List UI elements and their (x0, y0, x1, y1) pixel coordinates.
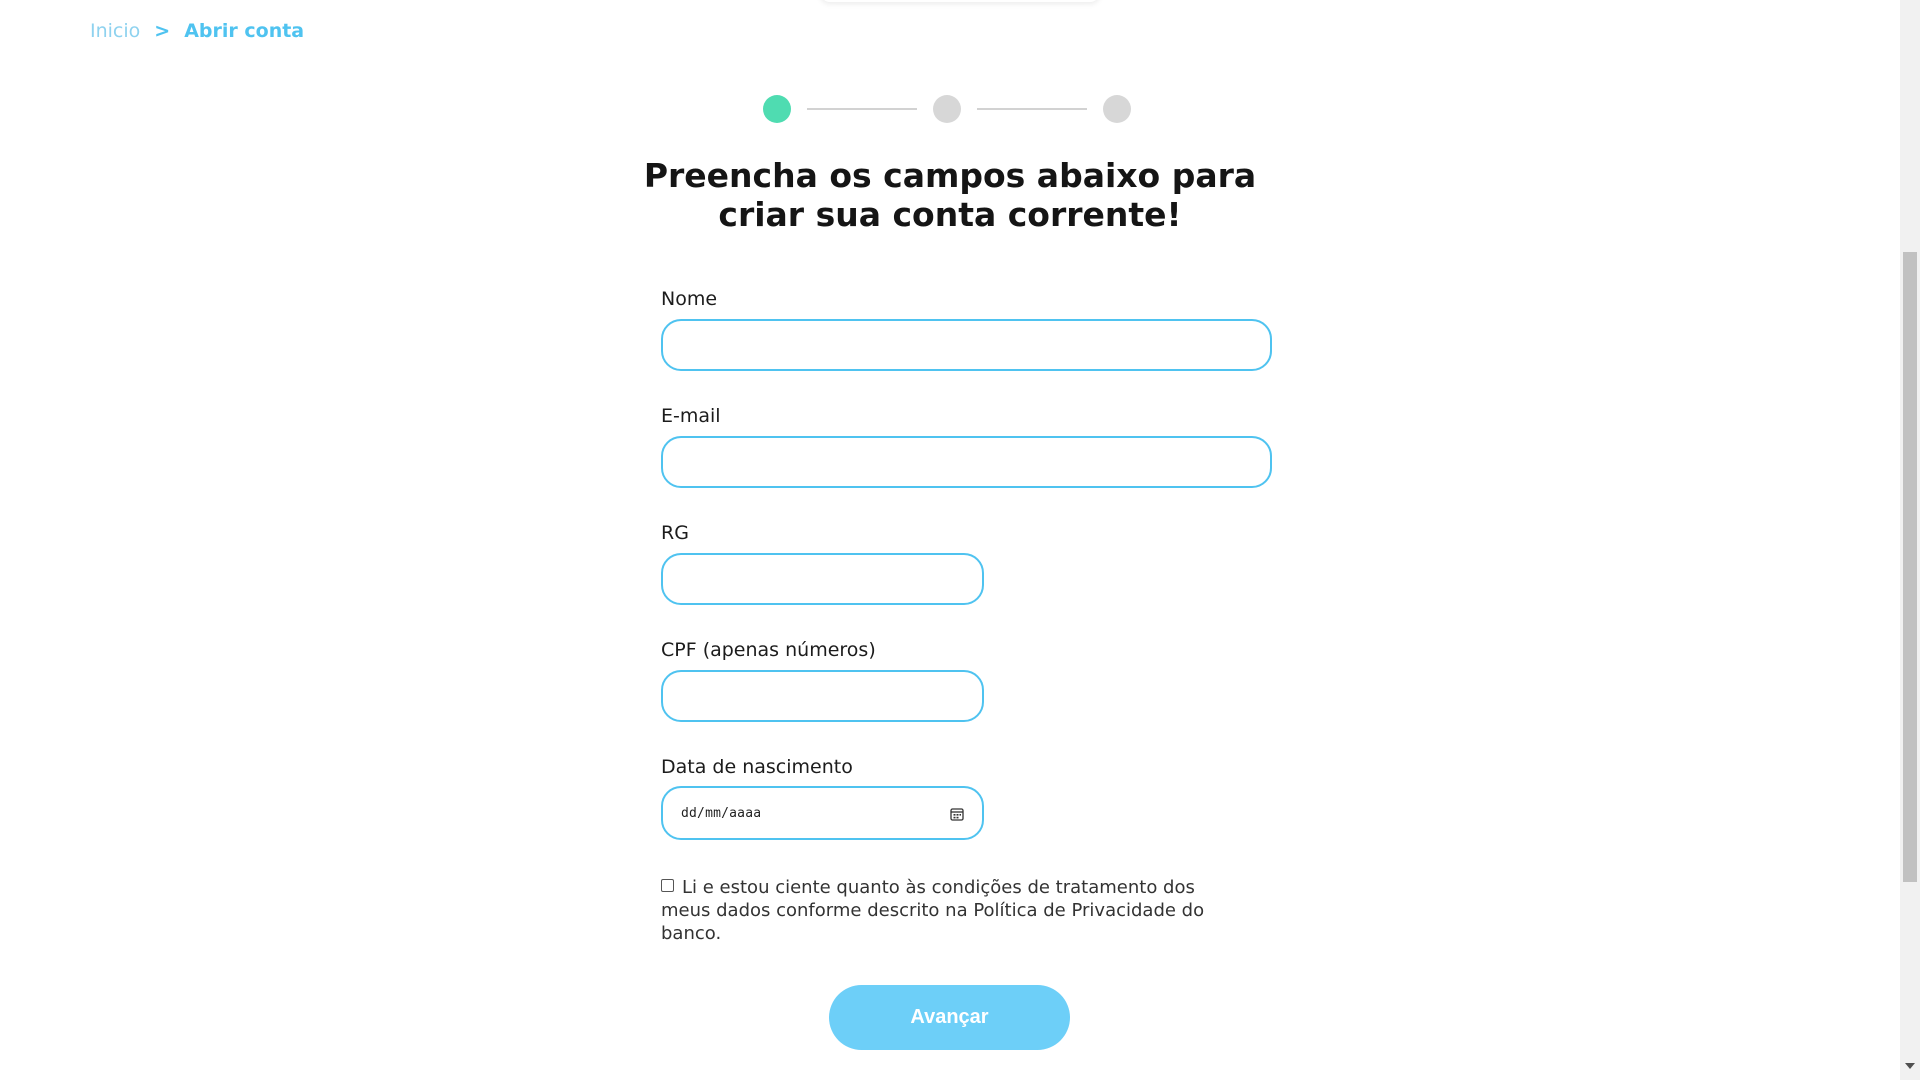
rg-input[interactable] (661, 553, 984, 605)
breadcrumb-home-link[interactable]: Inicio (90, 20, 140, 42)
open-account-page: Inicio > Abrir conta Preencha os campos … (0, 0, 1920, 1080)
progress-stepper (763, 95, 1131, 123)
advance-button[interactable]: Avançar (829, 985, 1070, 1050)
rg-label: RG (661, 522, 689, 544)
page-title-line-2: criar sua conta corrente! (718, 195, 1182, 234)
consent-text: Li e estou ciente quanto às condições de… (661, 877, 1205, 944)
email-input[interactable] (661, 436, 1272, 488)
calendar-icon[interactable] (950, 806, 964, 821)
step-connector (807, 108, 917, 110)
nome-input[interactable] (661, 319, 1272, 371)
birth-date-label: Data de nascimento (661, 756, 853, 778)
consent-checkbox[interactable] (661, 879, 674, 892)
birth-date-placeholder: dd/mm/aaaa (681, 805, 762, 821)
step-connector (977, 108, 1087, 110)
step-3-indicator (1103, 95, 1131, 123)
cpf-label: CPF (apenas números) (661, 639, 876, 661)
breadcrumb-separator: > (154, 20, 171, 42)
scroll-down-arrow-icon[interactable] (1905, 1063, 1915, 1069)
breadcrumb-current: Abrir conta (184, 20, 305, 42)
nome-label: Nome (661, 288, 718, 310)
breadcrumb: Inicio > Abrir conta (90, 20, 304, 42)
scrollbar-thumb[interactable] (1903, 252, 1917, 882)
cpf-input[interactable] (661, 670, 984, 722)
step-1-indicator (763, 95, 791, 123)
header-edge (820, 0, 1100, 2)
birth-date-input[interactable]: dd/mm/aaaa (661, 786, 984, 840)
step-2-indicator (933, 95, 961, 123)
privacy-consent: Li e estou ciente quanto às condições de… (661, 876, 1221, 945)
page-title: Preencha os campos abaixo para criar sua… (600, 156, 1300, 234)
email-label: E-mail (661, 405, 721, 427)
page-title-line-1: Preencha os campos abaixo para (643, 156, 1257, 195)
